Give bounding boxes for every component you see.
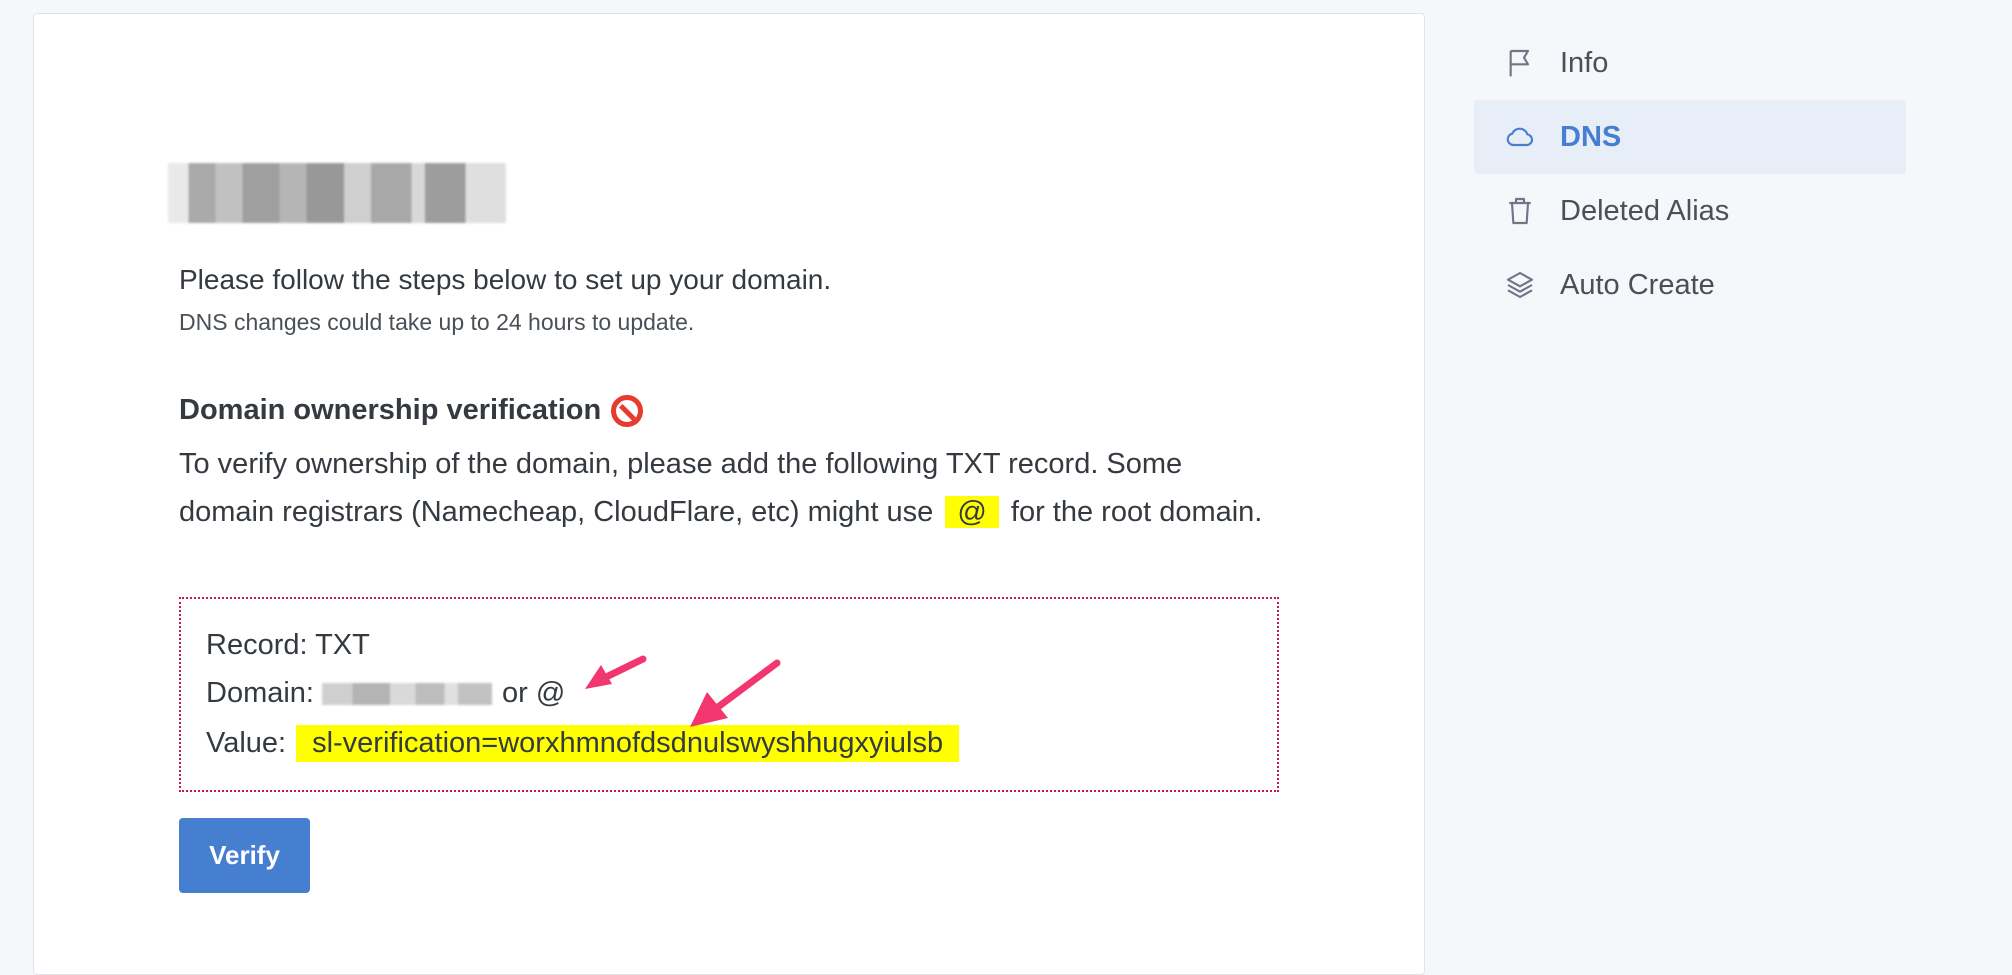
txt-record-box: Record: TXT Domain: or @ Value: sl-verif… bbox=[179, 597, 1279, 792]
domain-redacted bbox=[322, 682, 492, 705]
value-label: Value: bbox=[206, 727, 287, 759]
sidebar-item-label: DNS bbox=[1560, 120, 1622, 153]
sidebar-item-deleted-alias[interactable]: Deleted Alias bbox=[1474, 174, 1906, 248]
at-symbol-highlight: @ bbox=[945, 496, 999, 528]
verify-button[interactable]: Verify bbox=[179, 818, 310, 893]
setup-intro: Please follow the steps below to set up … bbox=[179, 264, 832, 295]
setup-intro-note: DNS changes could take up to 24 hours to… bbox=[179, 309, 695, 335]
sidebar-item-dns[interactable]: DNS bbox=[1474, 100, 1906, 174]
description-text-end: for the root domain. bbox=[1010, 496, 1263, 528]
domain-label: Domain: bbox=[206, 677, 314, 709]
trash-icon bbox=[1504, 195, 1536, 227]
verification-value[interactable]: sl-verification=worxhmnofdsdnulswyshhugx… bbox=[296, 725, 960, 762]
sidebar-item-label: Auto Create bbox=[1560, 268, 1715, 301]
record-domain-line: Domain: or @ bbox=[206, 677, 565, 710]
settings-sidebar: Info DNS Deleted Alias Auto Create bbox=[1474, 26, 1906, 322]
record-type-line: Record: TXT bbox=[206, 629, 370, 662]
sidebar-item-label: Deleted Alias bbox=[1560, 194, 1730, 227]
flag-icon bbox=[1504, 47, 1536, 79]
layers-icon bbox=[1504, 269, 1536, 301]
sidebar-item-auto-create[interactable]: Auto Create bbox=[1474, 248, 1906, 322]
no-entry-icon bbox=[611, 394, 644, 427]
sidebar-item-label: Info bbox=[1560, 46, 1609, 79]
domain-name-redacted bbox=[168, 163, 506, 223]
record-type: Record: TXT bbox=[206, 629, 370, 661]
verification-title: Domain ownership verification bbox=[179, 394, 644, 427]
record-value-line: Value: sl-verification=worxhmnofdsdnulsw… bbox=[206, 725, 960, 762]
verification-description: To verify ownership of the domain, pleas… bbox=[179, 440, 1279, 536]
domain-or-root: or @ bbox=[502, 677, 566, 709]
cloud-icon bbox=[1504, 121, 1536, 153]
sidebar-item-info[interactable]: Info bbox=[1474, 26, 1906, 100]
verification-title-text: Domain ownership verification bbox=[179, 394, 602, 426]
